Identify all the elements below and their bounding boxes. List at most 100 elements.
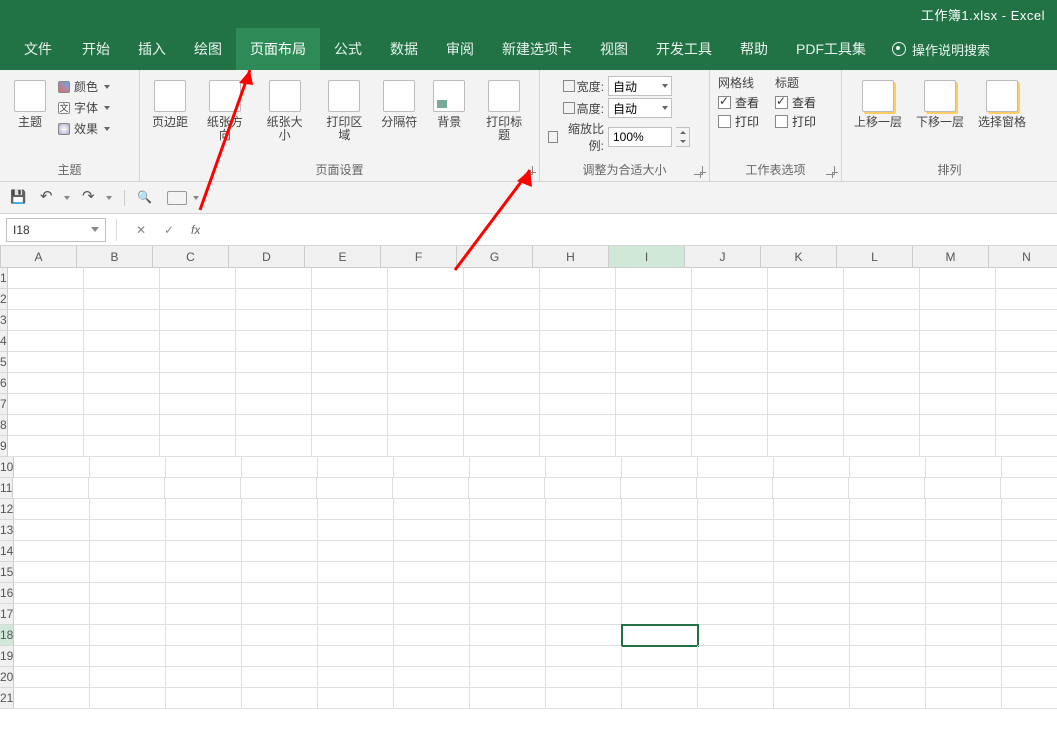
cell[interactable] bbox=[698, 646, 774, 667]
cell[interactable] bbox=[774, 688, 850, 709]
column-header[interactable]: C bbox=[153, 246, 229, 267]
cell[interactable] bbox=[546, 499, 622, 520]
cell[interactable] bbox=[470, 541, 546, 562]
cell[interactable] bbox=[850, 667, 926, 688]
formula-input[interactable] bbox=[200, 218, 1057, 242]
cell[interactable] bbox=[312, 268, 388, 289]
cell[interactable] bbox=[8, 310, 84, 331]
cell[interactable] bbox=[388, 289, 464, 310]
headings-print-checkbox[interactable]: 打印 bbox=[775, 112, 816, 131]
scale-input[interactable] bbox=[608, 127, 672, 147]
tab-home[interactable]: 开始 bbox=[68, 28, 124, 70]
cell[interactable] bbox=[844, 436, 920, 457]
cell[interactable] bbox=[698, 562, 774, 583]
cell[interactable] bbox=[540, 415, 616, 436]
cell[interactable] bbox=[318, 646, 394, 667]
cell[interactable] bbox=[926, 457, 1002, 478]
cell[interactable] bbox=[166, 604, 242, 625]
row-header[interactable]: 4 bbox=[0, 331, 8, 352]
cell[interactable] bbox=[692, 310, 768, 331]
row-header[interactable]: 20 bbox=[0, 667, 14, 688]
cell[interactable] bbox=[388, 373, 464, 394]
cell[interactable] bbox=[768, 415, 844, 436]
cell[interactable] bbox=[692, 436, 768, 457]
cell[interactable] bbox=[926, 520, 1002, 541]
tab-insert[interactable]: 插入 bbox=[124, 28, 180, 70]
row-header[interactable]: 15 bbox=[0, 562, 14, 583]
cell[interactable] bbox=[469, 478, 545, 499]
cell[interactable] bbox=[312, 289, 388, 310]
cell[interactable] bbox=[616, 436, 692, 457]
cell[interactable] bbox=[14, 499, 90, 520]
undo-dropdown-caret-icon[interactable] bbox=[64, 196, 70, 200]
cell[interactable] bbox=[692, 289, 768, 310]
cell[interactable] bbox=[768, 289, 844, 310]
page-setup-launcher[interactable] bbox=[522, 164, 536, 178]
cell[interactable] bbox=[926, 604, 1002, 625]
tab-new[interactable]: 新建选项卡 bbox=[488, 28, 586, 70]
bring-forward-button[interactable]: 上移一层 bbox=[850, 74, 906, 131]
cell[interactable] bbox=[774, 520, 850, 541]
cell[interactable] bbox=[546, 541, 622, 562]
cell[interactable] bbox=[14, 688, 90, 709]
themes-button[interactable]: 主题 bbox=[8, 74, 52, 131]
cell[interactable] bbox=[242, 667, 318, 688]
cell[interactable] bbox=[394, 499, 470, 520]
cell[interactable] bbox=[546, 646, 622, 667]
cell[interactable] bbox=[768, 352, 844, 373]
cell[interactable] bbox=[621, 478, 697, 499]
orientation-button[interactable]: 纸张方向 bbox=[198, 74, 252, 144]
cell[interactable] bbox=[318, 667, 394, 688]
cell[interactable] bbox=[850, 583, 926, 604]
cell[interactable] bbox=[692, 394, 768, 415]
cell[interactable] bbox=[622, 457, 698, 478]
row-header[interactable]: 5 bbox=[0, 352, 8, 373]
cell[interactable] bbox=[768, 373, 844, 394]
cell[interactable] bbox=[545, 478, 621, 499]
column-header[interactable]: D bbox=[229, 246, 305, 267]
cell[interactable] bbox=[394, 457, 470, 478]
qat-search-button[interactable] bbox=[137, 189, 155, 207]
column-header[interactable]: J bbox=[685, 246, 761, 267]
cell[interactable] bbox=[14, 562, 90, 583]
cell[interactable] bbox=[14, 604, 90, 625]
cell[interactable] bbox=[166, 499, 242, 520]
cell[interactable] bbox=[920, 289, 996, 310]
cell[interactable] bbox=[90, 541, 166, 562]
cell[interactable] bbox=[774, 583, 850, 604]
cell[interactable] bbox=[926, 625, 1002, 646]
cell[interactable] bbox=[546, 457, 622, 478]
cell[interactable] bbox=[90, 583, 166, 604]
cell[interactable] bbox=[540, 352, 616, 373]
cell[interactable] bbox=[1002, 688, 1057, 709]
cell[interactable] bbox=[241, 478, 317, 499]
cell[interactable] bbox=[622, 667, 698, 688]
cell[interactable] bbox=[470, 520, 546, 541]
qat-button[interactable] bbox=[167, 191, 187, 205]
cell[interactable] bbox=[540, 373, 616, 394]
cell[interactable] bbox=[160, 373, 236, 394]
cell[interactable] bbox=[470, 646, 546, 667]
cell[interactable] bbox=[622, 499, 698, 520]
cell[interactable] bbox=[242, 583, 318, 604]
row-header[interactable]: 12 bbox=[0, 499, 14, 520]
cell[interactable] bbox=[464, 331, 540, 352]
cell[interactable] bbox=[850, 499, 926, 520]
cell[interactable] bbox=[622, 541, 698, 562]
cell[interactable] bbox=[242, 457, 318, 478]
cell[interactable] bbox=[90, 688, 166, 709]
cell[interactable] bbox=[622, 688, 698, 709]
name-box[interactable]: I18 bbox=[6, 218, 106, 242]
cell[interactable] bbox=[160, 310, 236, 331]
cell[interactable] bbox=[996, 352, 1057, 373]
cell[interactable] bbox=[464, 352, 540, 373]
cell[interactable] bbox=[8, 373, 84, 394]
tab-review[interactable]: 审阅 bbox=[432, 28, 488, 70]
cell[interactable] bbox=[464, 289, 540, 310]
cell[interactable] bbox=[844, 352, 920, 373]
cell[interactable] bbox=[236, 310, 312, 331]
cell[interactable] bbox=[242, 604, 318, 625]
cell[interactable] bbox=[698, 667, 774, 688]
cell[interactable] bbox=[388, 310, 464, 331]
cell[interactable] bbox=[540, 394, 616, 415]
